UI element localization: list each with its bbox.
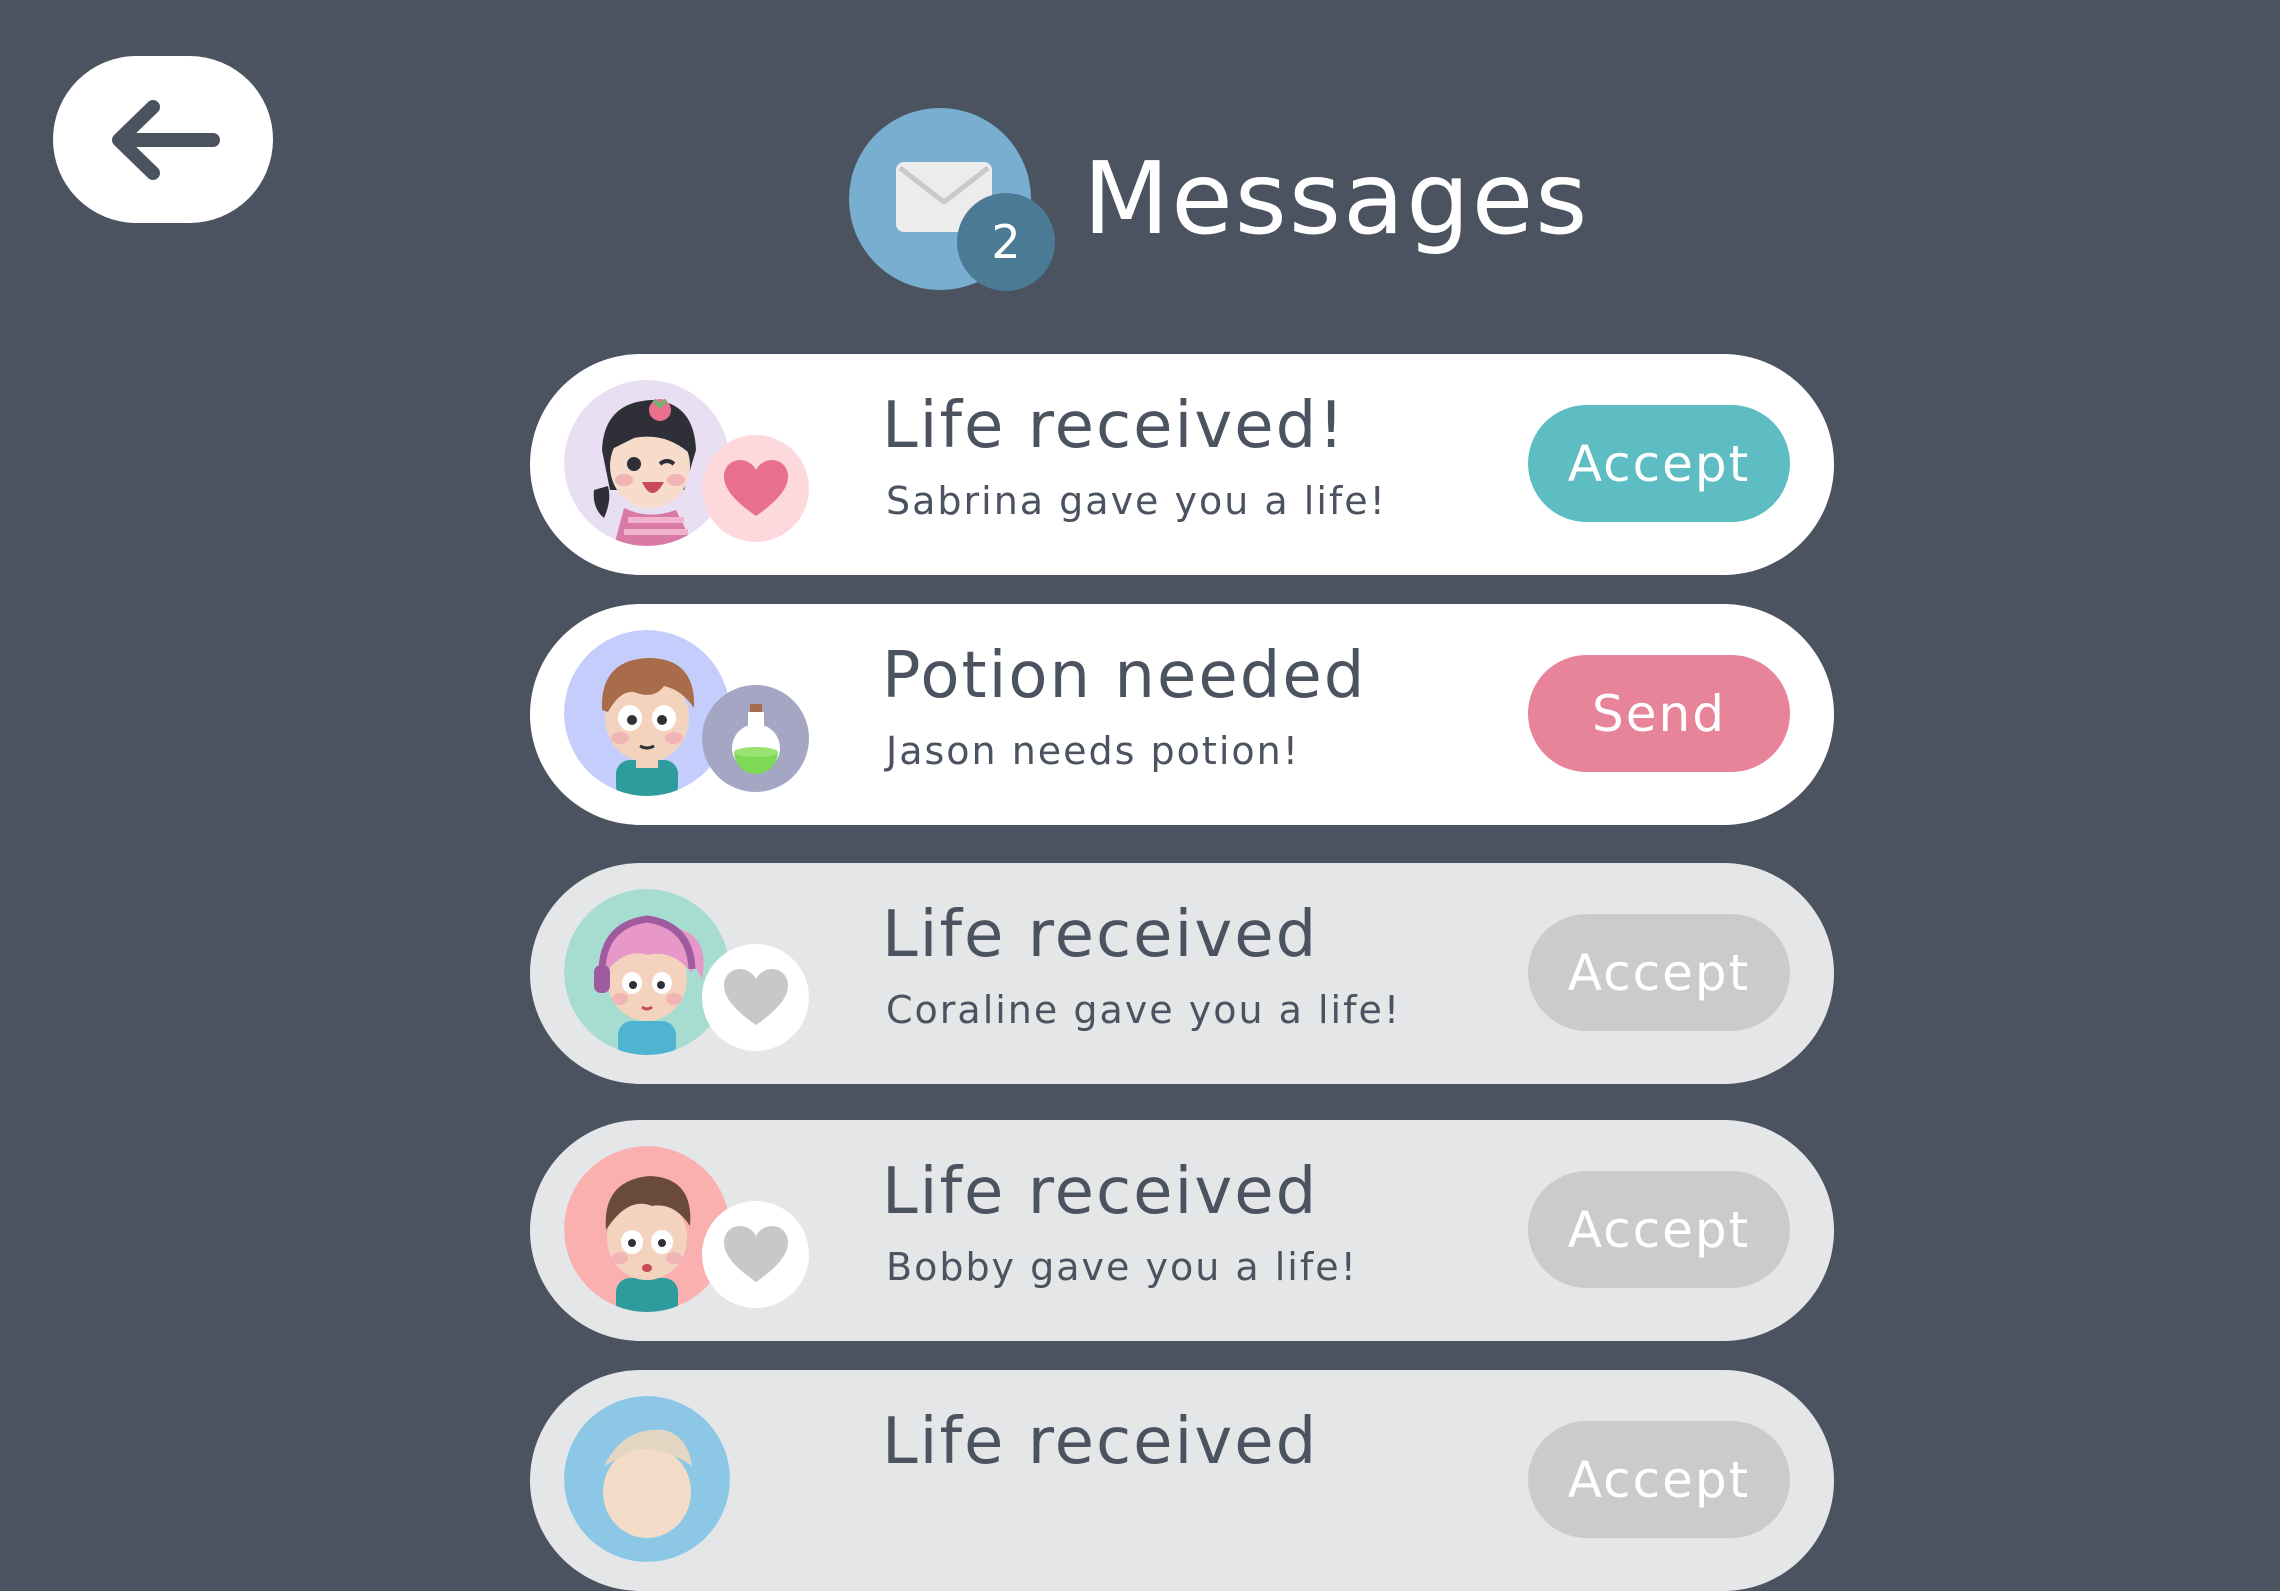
- heart-badge: [702, 944, 809, 1051]
- message-card: Life received Coraline gave you a life! …: [530, 863, 1834, 1084]
- avatar: [564, 1396, 730, 1562]
- message-subtitle: Sabrina gave you a life!: [886, 479, 1387, 523]
- avatar: [564, 889, 730, 1055]
- mail-icon-circle: 2: [849, 108, 1055, 291]
- heart-badge: [702, 435, 809, 542]
- heart-badge: [702, 1201, 809, 1308]
- message-title: Life received!: [882, 389, 1346, 463]
- accept-button[interactable]: Accept: [1528, 914, 1790, 1031]
- avatar: [564, 1146, 730, 1312]
- back-arrow-icon: [112, 99, 220, 180]
- message-card: Life received Bobby gave you a life! Acc…: [530, 1120, 1834, 1341]
- avatar: [564, 630, 730, 796]
- message-title: Life received: [882, 1155, 1319, 1229]
- message-subtitle: Jason needs potion!: [886, 729, 1300, 773]
- message-title: Life received: [882, 1405, 1319, 1479]
- message-card: Life received Accept: [530, 1370, 1834, 1591]
- page-title: Messages: [1083, 140, 1590, 257]
- message-title: Life received: [882, 898, 1319, 972]
- page-header: 2 Messages: [849, 108, 1590, 291]
- unread-count-badge: 2: [957, 193, 1055, 291]
- back-button[interactable]: [53, 56, 273, 223]
- message-subtitle: Coraline gave you a life!: [886, 988, 1402, 1032]
- avatar: [564, 380, 730, 546]
- message-subtitle: Bobby gave you a life!: [886, 1245, 1358, 1289]
- message-card: Life received! Sabrina gave you a life! …: [530, 354, 1834, 575]
- accept-button[interactable]: Accept: [1528, 405, 1790, 522]
- potion-badge: [702, 685, 809, 792]
- heart-icon: [723, 459, 788, 516]
- message-card: Potion needed Jason needs potion! Send: [530, 604, 1834, 825]
- message-title: Potion needed: [882, 639, 1367, 713]
- accept-button[interactable]: Accept: [1528, 1421, 1790, 1538]
- heart-icon: [723, 968, 788, 1025]
- accept-button[interactable]: Accept: [1528, 1171, 1790, 1288]
- heart-icon: [723, 1225, 788, 1282]
- send-button[interactable]: Send: [1528, 655, 1790, 772]
- potion-icon: [731, 703, 780, 774]
